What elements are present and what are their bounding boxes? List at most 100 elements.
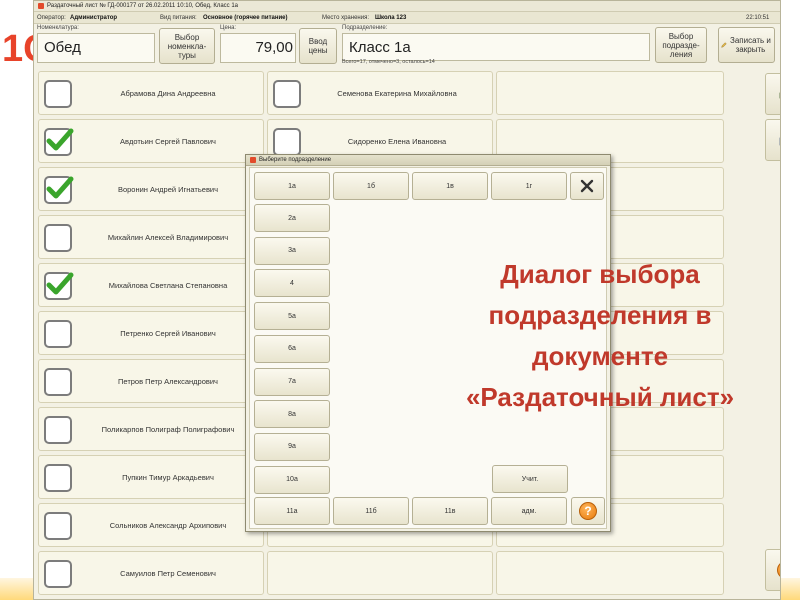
- student-card[interactable]: Михайлова Светлана Степановна: [38, 263, 264, 307]
- dialog-titlebar: Выберите подразделение: [246, 155, 610, 166]
- student-name: Самуилов Петр Семенович: [120, 568, 216, 578]
- student-card[interactable]: Михайлин Алексей Владимирович: [38, 215, 264, 259]
- division-button[interactable]: 8а: [254, 400, 330, 429]
- division-button[interactable]: 11а: [254, 497, 330, 525]
- student-name: Воронин Андрей Игнатьевич: [117, 184, 219, 194]
- division-button[interactable]: 6а: [254, 334, 330, 363]
- student-card[interactable]: Абрамова Дина Андреевна: [38, 71, 264, 115]
- student-card[interactable]: Авдотьин Сергей Павлович: [38, 119, 264, 163]
- student-checkbox[interactable]: [44, 80, 72, 108]
- division-label: Подразделение:: [342, 25, 388, 31]
- close-icon: [580, 179, 594, 193]
- student-name: Михайлин Алексей Владимирович: [107, 232, 229, 242]
- division-button[interactable]: 1г: [491, 172, 567, 200]
- student-checkbox[interactable]: [44, 128, 74, 156]
- division-button[interactable]: адм.: [491, 497, 567, 525]
- list-view-button[interactable]: [765, 73, 780, 115]
- caption-line-1: Диалог выбора: [500, 259, 700, 289]
- student-checkbox[interactable]: [273, 80, 301, 108]
- student-checkbox[interactable]: [44, 368, 72, 396]
- division-button[interactable]: 9а: [254, 432, 330, 461]
- print-icon: [779, 92, 780, 99]
- student-card[interactable]: Поликарпов Полиграф Полиграфович: [38, 407, 264, 451]
- caption-line-3: документе: [531, 341, 669, 371]
- student-card[interactable]: [267, 551, 493, 595]
- dialog-help-button[interactable]: ?: [571, 497, 605, 525]
- student-name: Семенова Екатерина Михайловна: [337, 88, 457, 98]
- division-button[interactable]: 10а: [254, 465, 330, 494]
- operator-value: Администратор: [70, 15, 118, 21]
- division-button[interactable]: 1а: [254, 172, 330, 200]
- dialog-app-icon: [250, 157, 256, 163]
- window-titlebar: Раздаточный лист № ГД-000177 от 26.02.20…: [34, 1, 780, 12]
- division-button[interactable]: 4: [254, 269, 330, 298]
- division-button[interactable]: 3а: [254, 236, 330, 265]
- storage-value: Школа 123: [375, 15, 407, 21]
- student-card[interactable]: Петренко Сергей Иванович: [38, 311, 264, 355]
- storage-label: Место хранения:: [322, 15, 369, 21]
- student-name: Михайлова Светлана Степановна: [108, 280, 228, 290]
- student-name: Пупкин Тимур Аркадьевич: [122, 472, 214, 482]
- nomenclature-field[interactable]: Обед: [37, 33, 155, 63]
- student-name: Абрамова Дина Андреевна: [120, 88, 216, 98]
- slide-caption: Диалог выбора подразделения в документе …: [430, 254, 770, 418]
- dialog-close-button[interactable]: [570, 172, 604, 200]
- help-icon: ?: [777, 561, 780, 579]
- division-button[interactable]: 11в: [412, 497, 488, 525]
- student-checkbox[interactable]: [44, 416, 72, 444]
- operator-label: Оператор:: [37, 15, 66, 21]
- student-checkbox[interactable]: [44, 272, 74, 300]
- student-card[interactable]: Воронин Андрей Игнатьевич: [38, 167, 264, 211]
- meal-type-value: Основное (горячее питание): [203, 15, 288, 21]
- save-close-button[interactable]: Записать и закрыть: [718, 27, 775, 63]
- student-card[interactable]: Сольников Александр Архипович: [38, 503, 264, 547]
- meal-type-label: Вид питания:: [160, 15, 197, 21]
- division-button[interactable]: 1в: [412, 172, 488, 200]
- student-card[interactable]: Пупкин Тимур Аркадьевич: [38, 455, 264, 499]
- pen-icon: [721, 42, 727, 48]
- caption-line-4: «Раздаточный лист»: [465, 382, 735, 412]
- toolbar: Номенклатура: Обед Выбор номенкла-туры Ц…: [34, 24, 780, 69]
- student-card[interactable]: Самуилов Петр Семенович: [38, 551, 264, 595]
- student-checkbox[interactable]: [44, 560, 72, 588]
- division-button[interactable]: 1б: [333, 172, 409, 200]
- division-summary: Всего=17, отмечено=3, осталось=14: [342, 59, 435, 65]
- dialog-title: Выберите подразделение: [259, 156, 332, 163]
- student-name: Сольников Александр Архипович: [109, 520, 227, 530]
- student-name: Поликарпов Полиграф Полиграфович: [101, 424, 235, 434]
- student-checkbox[interactable]: [44, 464, 72, 492]
- help-icon: ?: [579, 502, 597, 520]
- checkmark-icon: [46, 128, 74, 151]
- division-field[interactable]: Класс 1а: [342, 33, 650, 61]
- checkmark-icon: [46, 176, 74, 199]
- student-checkbox[interactable]: [44, 320, 72, 348]
- division-button[interactable]: 2а: [254, 204, 330, 232]
- student-checkbox[interactable]: [44, 176, 74, 204]
- checkmark-icon: [46, 272, 74, 295]
- windows-icon: [779, 137, 780, 146]
- student-checkbox[interactable]: [44, 224, 72, 252]
- division-button[interactable]: 5а: [254, 302, 330, 331]
- caption-line-2: подразделения в: [488, 300, 712, 330]
- teacher-button[interactable]: Учит.: [492, 465, 568, 493]
- nomenclature-label: Номенклатура:: [37, 25, 79, 31]
- choose-nomenclature-button[interactable]: Выбор номенкла-туры: [159, 28, 215, 64]
- window-view-button[interactable]: [765, 119, 780, 161]
- enter-price-button[interactable]: Ввод цены: [299, 28, 337, 64]
- division-button[interactable]: 7а: [254, 367, 330, 396]
- student-checkbox[interactable]: [44, 512, 72, 540]
- price-field[interactable]: 79,00: [220, 33, 296, 63]
- help-button[interactable]: ?: [765, 549, 780, 591]
- student-name: Авдотьин Сергей Павлович: [120, 136, 216, 146]
- student-card[interactable]: Петров Петр Александрович: [38, 359, 264, 403]
- empty-card: [496, 71, 724, 115]
- student-card[interactable]: Семенова Екатерина Михайловна: [267, 71, 493, 115]
- student-name: Петров Петр Александрович: [118, 376, 218, 386]
- app-icon: [38, 3, 44, 9]
- student-checkbox[interactable]: [273, 128, 301, 156]
- student-name: Петренко Сергей Иванович: [120, 328, 216, 338]
- clock: 22:10:51: [746, 15, 770, 21]
- choose-division-button[interactable]: Выбор подразде-ления: [655, 27, 707, 63]
- division-button[interactable]: 11б: [333, 497, 409, 525]
- empty-card: [496, 551, 724, 595]
